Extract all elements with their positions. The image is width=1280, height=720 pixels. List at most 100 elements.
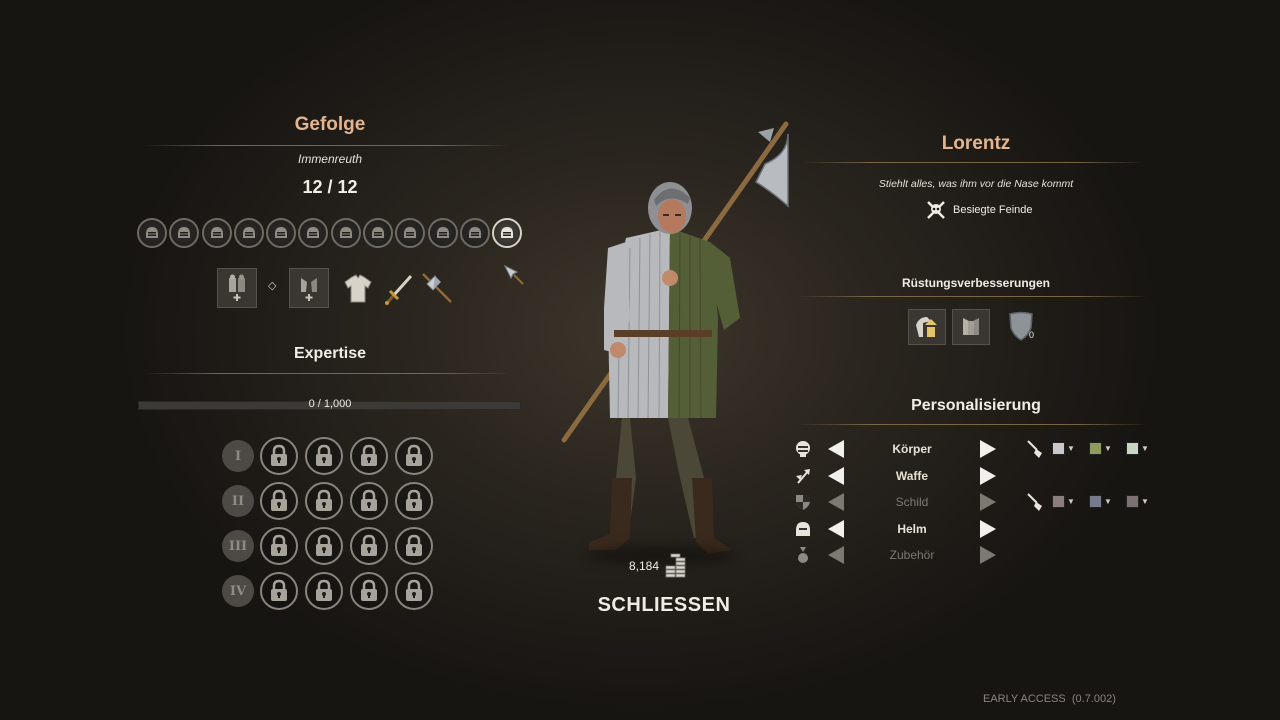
party-member-token[interactable] [266, 218, 297, 248]
previous-arrow-button[interactable] [828, 440, 844, 458]
locked-perk-slot[interactable] [395, 527, 433, 565]
troop-upgrade-slot-2[interactable] [289, 268, 329, 308]
party-member-token[interactable] [330, 218, 361, 248]
locked-perk-slot[interactable] [305, 572, 343, 610]
party-member-token[interactable] [492, 218, 523, 248]
personalization-row: Schild ▼ ▼ ▼ [790, 490, 1170, 514]
next-arrow-button[interactable] [980, 519, 996, 538]
party-member-token[interactable] [459, 218, 490, 248]
helmet-icon [275, 227, 288, 238]
party-member-token[interactable] [298, 218, 329, 248]
armor-upgrade-body-slot[interactable] [952, 309, 990, 345]
armor-upgrade-helmet-slot[interactable] [908, 309, 946, 345]
party-member-token[interactable] [395, 218, 426, 248]
padlock-icon [361, 489, 377, 511]
troop-upgrade-slot-1[interactable] [217, 268, 257, 308]
party-member-token[interactable] [363, 218, 394, 248]
locked-perk-slot[interactable] [395, 437, 433, 475]
helmet-icon [468, 227, 481, 238]
shield-icon [796, 495, 810, 510]
version-label: EARLY ACCESS (0.7.002) [983, 693, 1116, 705]
expertise-tier-row: II [222, 482, 433, 520]
previous-arrow-button[interactable] [828, 466, 844, 485]
previous-arrow-button[interactable] [828, 493, 844, 511]
throwing-spear-slot[interactable] [501, 262, 527, 288]
character-description: Stiehlt alles, was ihm vor die Nase komm… [878, 178, 1074, 190]
weapon-icon [796, 468, 810, 484]
padlock-icon [271, 579, 287, 601]
row-icon [794, 546, 812, 569]
previous-arrow-button[interactable] [828, 546, 844, 564]
party-member-token[interactable] [169, 218, 200, 248]
locked-perk-slot[interactable] [395, 572, 433, 610]
axe-slot[interactable] [419, 270, 455, 306]
personalization-row: Helm [790, 517, 1170, 541]
color-swatch-dropdown[interactable]: ▼ [1089, 442, 1112, 455]
locked-perk-slot[interactable] [350, 572, 388, 610]
locked-perk-slot[interactable] [305, 437, 343, 475]
personalization-row: Körper ▼ ▼ ▼ [790, 437, 1170, 461]
color-swatch-dropdown[interactable]: ▼ [1089, 495, 1112, 508]
locked-perk-slot[interactable] [260, 572, 298, 610]
party-location: Immenreuth [297, 152, 363, 166]
color-swatch [1089, 442, 1102, 455]
row-icon [794, 493, 812, 516]
axe-icon [422, 273, 452, 303]
next-arrow-button[interactable] [980, 466, 996, 485]
tunic-slot[interactable] [341, 272, 375, 306]
troop-upgrade-icon [229, 274, 245, 301]
party-member-token[interactable] [427, 218, 458, 248]
next-arrow-button[interactable] [980, 440, 996, 458]
locked-perk-slot[interactable] [305, 482, 343, 520]
locked-perk-slot[interactable] [395, 482, 433, 520]
sword-slot[interactable] [383, 272, 417, 306]
armor-upgrades-divider [800, 296, 1146, 297]
troop-upgrade-icon [301, 278, 317, 301]
previous-arrow-button[interactable] [828, 519, 844, 538]
locked-perk-slot[interactable] [260, 482, 298, 520]
locked-perk-slot[interactable] [350, 437, 388, 475]
expertise-title: Expertise [293, 345, 367, 362]
armor-upgrade-shield-slot[interactable]: 0 [1006, 310, 1040, 344]
helmet-icon [178, 227, 191, 238]
helmet-icon [404, 227, 417, 238]
color-swatch-dropdown[interactable]: ▼ [1126, 495, 1149, 508]
color-swatch-dropdown[interactable]: ▼ [1052, 495, 1075, 508]
locked-perk-slot[interactable] [350, 527, 388, 565]
body-armor-icon [796, 441, 810, 457]
paint-brush-icon[interactable] [1026, 492, 1044, 512]
personalization-row: Waffe [790, 464, 1170, 488]
tier-badge: IV [222, 575, 254, 607]
expertise-tier-row: IV [222, 572, 433, 610]
padlock-icon [271, 489, 287, 511]
row-icon [794, 440, 812, 463]
personalization-title: Personalisierung [911, 397, 1041, 414]
party-member-token[interactable] [137, 218, 167, 248]
locked-perk-slot[interactable] [260, 527, 298, 565]
locked-perk-slot[interactable] [350, 482, 388, 520]
skull-crossbones-icon [927, 201, 945, 219]
next-arrow-button[interactable] [980, 493, 996, 511]
locked-perk-slot[interactable] [305, 527, 343, 565]
row-icon [794, 520, 812, 543]
personalization-label: Zubehör [889, 548, 935, 562]
caret-down-icon: ▼ [1104, 444, 1112, 453]
paint-brush-icon[interactable] [1026, 439, 1044, 459]
party-member-token[interactable] [233, 218, 264, 248]
expertise-title-divider [146, 373, 508, 374]
party-member-token[interactable] [201, 218, 232, 248]
personalization-label: Waffe [895, 468, 929, 483]
party-count: 12 / 12 [302, 177, 358, 197]
personalization-row: Zubehör [790, 543, 1170, 567]
row-icon [794, 467, 812, 490]
sword-icon [385, 274, 413, 305]
helmet-icon [436, 227, 449, 238]
color-swatch-dropdown[interactable]: ▼ [1126, 442, 1149, 455]
close-button[interactable]: SCHLIESSEN [574, 594, 754, 617]
helmet-icon [796, 521, 810, 536]
color-swatch-dropdown[interactable]: ▼ [1052, 442, 1075, 455]
locked-perk-slot[interactable] [260, 437, 298, 475]
next-arrow-button[interactable] [980, 546, 996, 564]
padlock-icon [361, 444, 377, 466]
gold-display: 8,184 [620, 552, 700, 580]
